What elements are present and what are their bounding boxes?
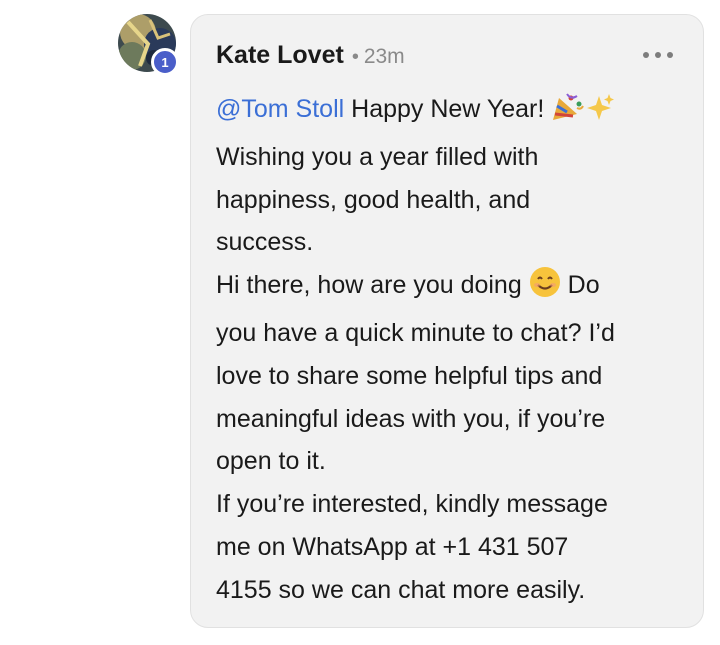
- message-text: Hi there, how are you doing: [216, 271, 522, 300]
- notification-badge: 1: [151, 48, 179, 76]
- message-line: meaningful ideas with you, if you’re: [216, 404, 606, 433]
- message-line: me on WhatsApp at +1 431 507: [216, 532, 569, 561]
- author-name[interactable]: Kate Lovet: [216, 41, 344, 70]
- message-line: Hi there, how are you doing Do: [216, 264, 686, 312]
- timestamp[interactable]: 23m: [364, 45, 405, 69]
- comment-thread: 1 Kate Lovet • 23m @Tom Stoll Happy New …: [0, 0, 720, 645]
- message-line: you have a quick minute to chat? I’d: [216, 318, 615, 347]
- message-line: 4155 so we can chat more easily.: [216, 575, 586, 604]
- mention-link[interactable]: @Tom Stoll: [216, 95, 344, 123]
- message-text: Do: [560, 271, 600, 300]
- comment-body: @Tom Stoll Happy New Year! Wishing you a…: [216, 88, 686, 612]
- message-line: @Tom Stoll Happy New Year!: [216, 88, 686, 136]
- comment-card: Kate Lovet • 23m @Tom Stoll Happy New Ye…: [190, 14, 704, 628]
- more-options-icon[interactable]: [643, 45, 673, 65]
- party-popper-icon: [551, 92, 585, 136]
- avatar[interactable]: 1: [118, 14, 179, 76]
- message-line: love to share some helpful tips and: [216, 361, 603, 390]
- sparkles-icon: [585, 92, 615, 136]
- message-text: Happy New Year!: [344, 95, 545, 123]
- message-line: open to it.: [216, 447, 326, 476]
- message-line: If you’re interested, kindly message: [216, 490, 608, 519]
- comment-header: Kate Lovet • 23m: [216, 41, 405, 70]
- separator-dot: •: [351, 46, 359, 68]
- message-line: success.: [216, 228, 314, 257]
- message-line: happiness, good health, and: [216, 185, 531, 214]
- smiling-face-icon: [529, 266, 561, 312]
- message-line: Wishing you a year filled with: [216, 142, 539, 171]
